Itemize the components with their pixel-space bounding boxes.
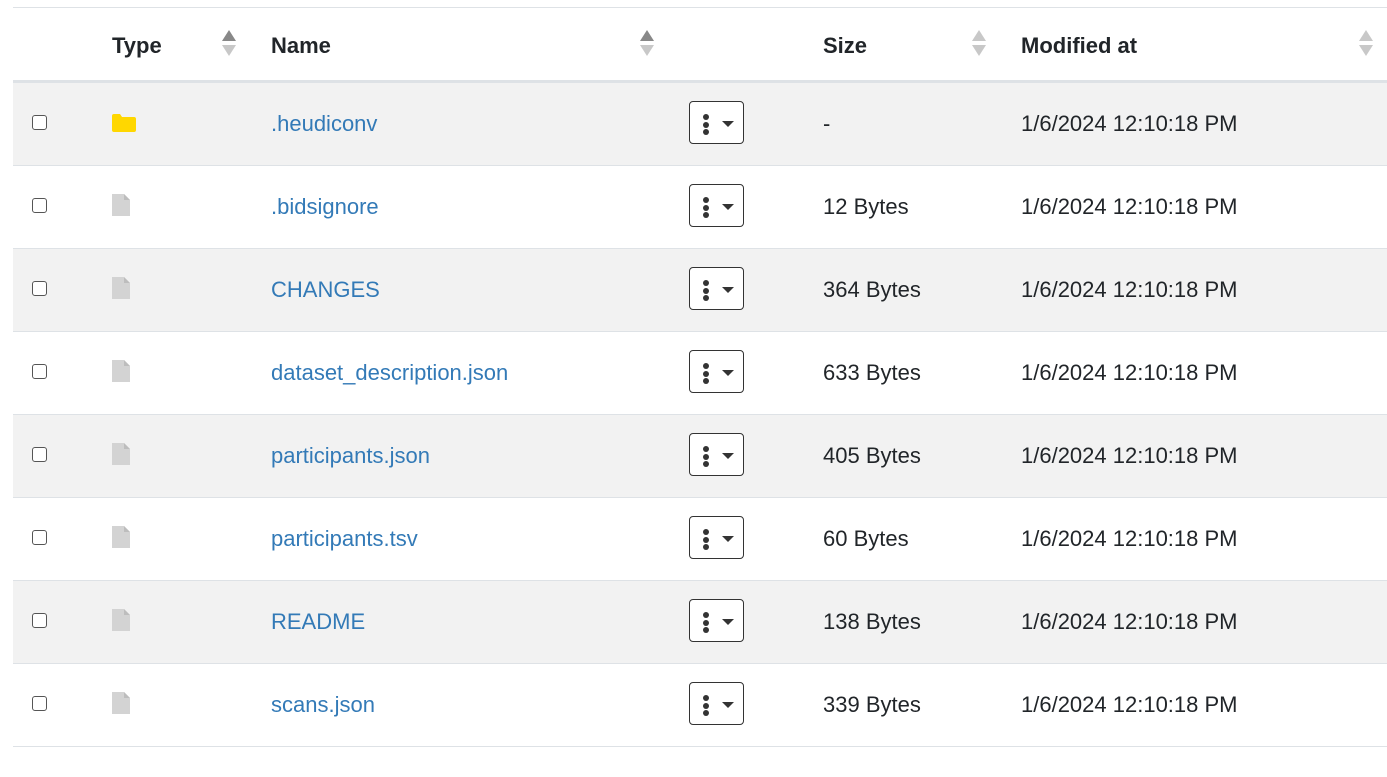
file-icon — [111, 525, 131, 555]
more-vertical-icon — [703, 114, 709, 135]
file-name-link[interactable]: scans.json — [271, 664, 375, 746]
sort-name-icon[interactable] — [640, 30, 654, 60]
row-actions-button[interactable] — [689, 516, 744, 559]
more-vertical-icon — [703, 695, 709, 716]
file-icon — [111, 193, 131, 223]
file-name-link[interactable]: participants.tsv — [271, 498, 418, 580]
modified-date: 1/6/2024 12:10:18 PM — [1021, 692, 1238, 717]
file-size: 405 Bytes — [823, 443, 921, 468]
row-checkbox[interactable] — [32, 696, 47, 711]
sort-modified-icon[interactable] — [1359, 30, 1373, 60]
file-icon — [111, 691, 131, 721]
chevron-down-icon — [722, 536, 734, 542]
row-checkbox[interactable] — [32, 447, 47, 462]
more-vertical-icon — [703, 612, 709, 633]
row-actions-button[interactable] — [689, 101, 744, 144]
chevron-down-icon — [722, 204, 734, 210]
file-icon — [111, 608, 131, 638]
table-row: scans.json 339 Bytes 1/6/2024 12:10:18 PM — [13, 664, 1387, 747]
row-checkbox[interactable] — [32, 198, 47, 213]
row-actions-button[interactable] — [689, 350, 744, 393]
modified-date: 1/6/2024 12:10:18 PM — [1021, 277, 1238, 302]
modified-date: 1/6/2024 12:10:18 PM — [1021, 526, 1238, 551]
table-row: dataset_description.json 633 Bytes 1/6/202… — [13, 332, 1387, 415]
file-name-link[interactable]: .heudiconv — [271, 83, 377, 165]
file-size: 633 Bytes — [823, 360, 921, 385]
file-size: 339 Bytes — [823, 692, 921, 717]
row-checkbox[interactable] — [32, 115, 47, 130]
folder-icon — [111, 113, 137, 139]
row-actions-button[interactable] — [689, 184, 744, 227]
file-table: Type Name Size Modified at .heudiconv - 1/… — [13, 7, 1387, 747]
file-size: 364 Bytes — [823, 277, 921, 302]
modified-date: 1/6/2024 12:10:18 PM — [1021, 609, 1238, 634]
row-checkbox[interactable] — [32, 281, 47, 296]
chevron-down-icon — [722, 619, 734, 625]
file-size: 60 Bytes — [823, 526, 909, 551]
file-icon — [111, 276, 131, 306]
table-row: participants.json 405 Bytes 1/6/2024 12:10… — [13, 415, 1387, 498]
modified-date: 1/6/2024 12:10:18 PM — [1021, 360, 1238, 385]
more-vertical-icon — [703, 529, 709, 550]
file-name-link[interactable]: .bidsignore — [271, 166, 379, 248]
more-vertical-icon — [703, 446, 709, 467]
sort-size-icon[interactable] — [972, 30, 986, 60]
file-icon — [111, 359, 131, 389]
row-actions-button[interactable] — [689, 267, 744, 310]
modified-date: 1/6/2024 12:10:18 PM — [1021, 443, 1238, 468]
header-type[interactable]: Type — [112, 8, 162, 80]
sort-type-icon[interactable] — [222, 30, 236, 60]
table-row: .bidsignore 12 Bytes 1/6/2024 12:10:18 PM — [13, 166, 1387, 249]
more-vertical-icon — [703, 197, 709, 218]
row-checkbox[interactable] — [32, 364, 47, 379]
header-size[interactable]: Size — [823, 8, 867, 80]
chevron-down-icon — [722, 121, 734, 127]
row-actions-button[interactable] — [689, 682, 744, 725]
more-vertical-icon — [703, 280, 709, 301]
table-row: .heudiconv - 1/6/2024 12:10:18 PM — [13, 83, 1387, 166]
table-row: participants.tsv 60 Bytes 1/6/2024 12:10:1… — [13, 498, 1387, 581]
file-name-link[interactable]: CHANGES — [271, 249, 380, 331]
row-checkbox[interactable] — [32, 530, 47, 545]
file-icon — [111, 442, 131, 472]
table-body: .heudiconv -1/6/2024 12:10:18 PM .bidsigno… — [13, 83, 1387, 747]
chevron-down-icon — [722, 453, 734, 459]
header-modified[interactable]: Modified at — [1021, 8, 1137, 80]
file-name-link[interactable]: dataset_description.json — [271, 332, 508, 414]
table-row: README 138 Bytes 1/6/2024 12:10:18 PM — [13, 581, 1387, 664]
file-name-link[interactable]: README — [271, 581, 365, 663]
modified-date: 1/6/2024 12:10:18 PM — [1021, 194, 1238, 219]
file-name-link[interactable]: participants.json — [271, 415, 430, 497]
row-checkbox[interactable] — [32, 613, 47, 628]
more-vertical-icon — [703, 363, 709, 384]
table-row: CHANGES 364 Bytes 1/6/2024 12:10:18 PM — [13, 249, 1387, 332]
modified-date: 1/6/2024 12:10:18 PM — [1021, 111, 1238, 136]
table-header: Type Name Size Modified at — [13, 8, 1387, 83]
chevron-down-icon — [722, 370, 734, 376]
header-name[interactable]: Name — [271, 8, 331, 80]
file-size: 12 Bytes — [823, 194, 909, 219]
row-actions-button[interactable] — [689, 599, 744, 642]
row-actions-button[interactable] — [689, 433, 744, 476]
chevron-down-icon — [722, 702, 734, 708]
file-size: 138 Bytes — [823, 609, 921, 634]
file-size: - — [823, 111, 831, 136]
chevron-down-icon — [722, 287, 734, 293]
